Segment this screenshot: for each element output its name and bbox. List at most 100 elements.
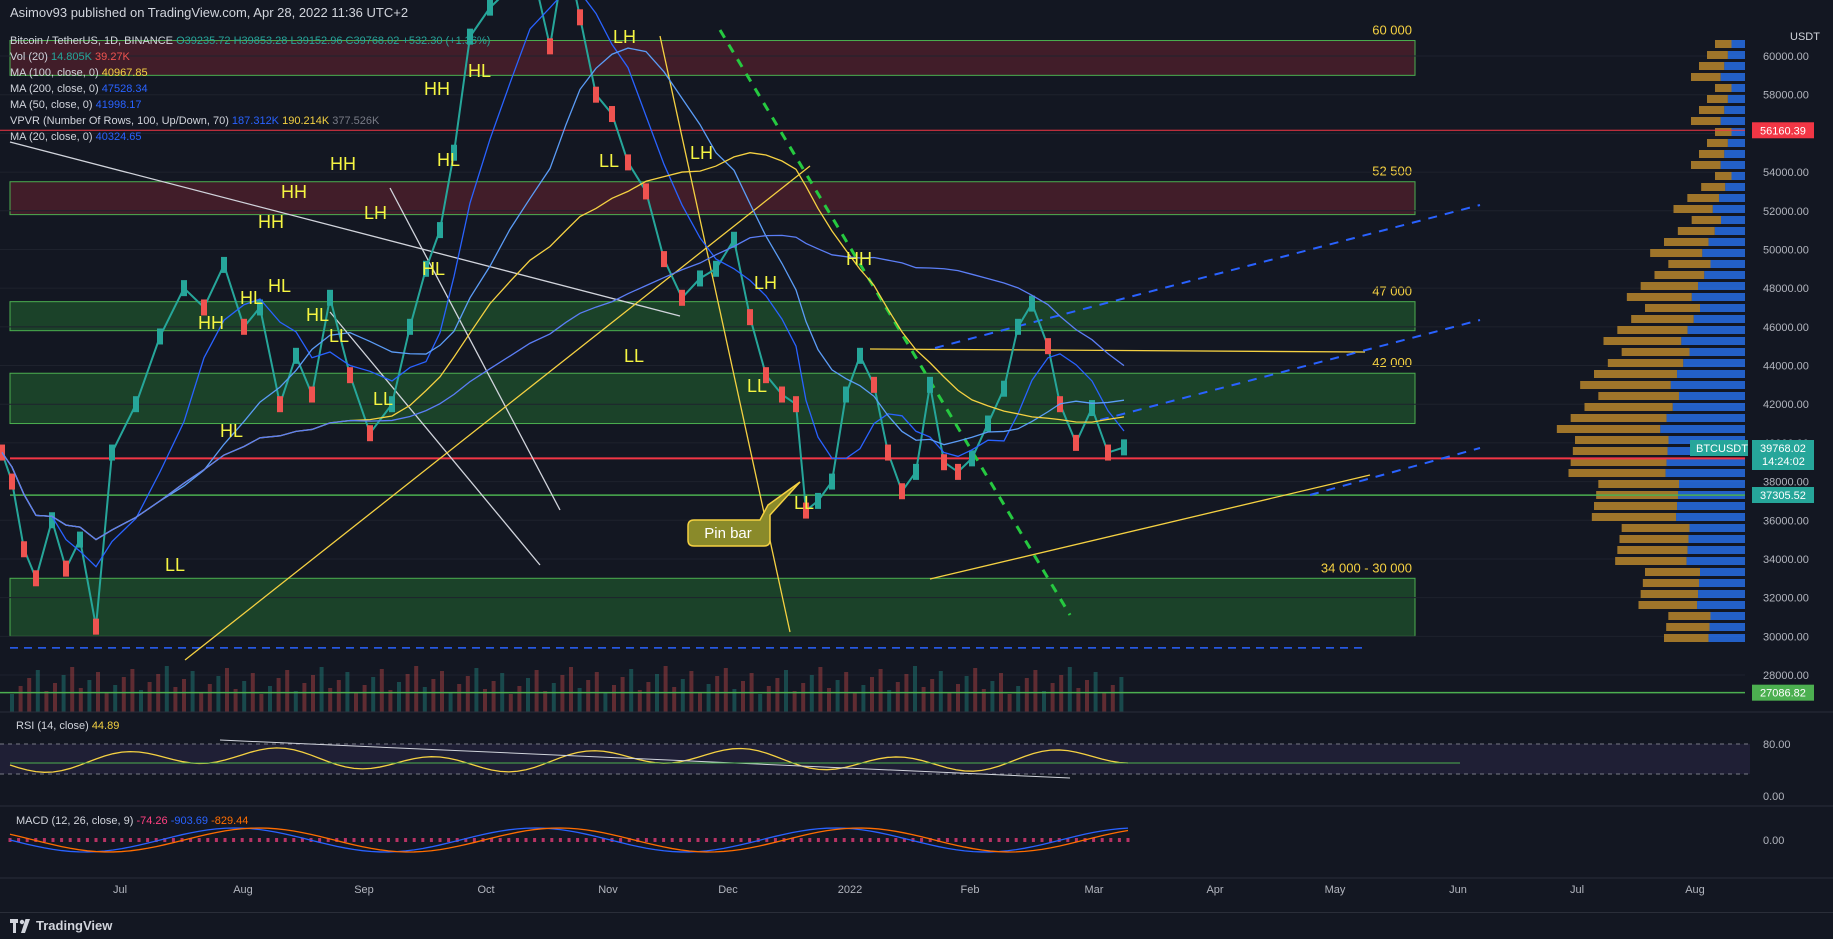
vp-bar xyxy=(1721,216,1745,224)
macd-histogram xyxy=(1040,838,1044,842)
vp-bar xyxy=(1708,238,1745,246)
vp-bar xyxy=(1672,403,1745,411)
macd-histogram xyxy=(146,838,150,842)
macd-histogram xyxy=(361,838,365,842)
vp-bar xyxy=(1572,447,1668,455)
macd-histogram xyxy=(730,838,734,842)
macd-histogram xyxy=(472,838,476,842)
volume-bar xyxy=(1110,685,1115,712)
volume-bar xyxy=(577,688,582,712)
volume-bar xyxy=(698,692,702,712)
macd-histogram xyxy=(120,838,124,842)
vp-bar xyxy=(1724,62,1745,70)
y-tick-label: 42000.00 xyxy=(1763,399,1809,411)
candle xyxy=(133,396,139,413)
vp-bar xyxy=(1691,293,1745,301)
volume-bar xyxy=(543,691,548,712)
vp-bar xyxy=(1640,282,1699,290)
candle xyxy=(309,386,315,403)
vp-bar xyxy=(1666,623,1710,631)
vp-bar xyxy=(1704,271,1745,279)
macd-histogram xyxy=(232,838,236,842)
volume-bar xyxy=(130,669,135,712)
candle xyxy=(77,531,83,548)
vp-bar xyxy=(1645,304,1700,312)
macd-legend: MACD (12, 26, close, 9) -74.26 -903.69 -… xyxy=(16,815,248,827)
vp-bar xyxy=(1698,282,1745,290)
wave-label: LH xyxy=(754,273,777,293)
zone-box xyxy=(9,181,1416,216)
volume-bar xyxy=(784,670,788,712)
macd-histogram xyxy=(1109,838,1113,842)
macd-histogram xyxy=(954,838,958,842)
rsi-pane[interactable]: 80.00 0.00 xyxy=(0,711,1833,803)
candle xyxy=(625,154,631,171)
vp-bar xyxy=(1727,95,1745,103)
vp-bar xyxy=(1687,194,1720,202)
volume-bar xyxy=(190,671,195,712)
volume-bar xyxy=(620,677,625,712)
vp-bar xyxy=(1725,183,1745,191)
volume-bar xyxy=(534,670,539,712)
macd-histogram xyxy=(550,838,554,842)
volume-bar xyxy=(371,677,376,712)
vp-bar xyxy=(1700,568,1745,576)
rsi-tick: 80.00 xyxy=(1763,739,1791,751)
vp-bar xyxy=(1598,392,1679,400)
volume-bar xyxy=(87,680,92,712)
macd-histogram xyxy=(447,838,451,842)
volume-bar xyxy=(612,685,616,712)
vp-bar xyxy=(1699,579,1745,587)
macd-histogram xyxy=(593,838,597,842)
volume-bar xyxy=(27,678,32,712)
candle xyxy=(793,396,799,413)
candle xyxy=(327,289,333,306)
candle xyxy=(63,560,69,577)
volume-bar xyxy=(964,676,969,712)
vp-bar xyxy=(1607,359,1684,367)
macd-histogram xyxy=(498,838,502,842)
volume-bar xyxy=(758,694,763,712)
macd-histogram xyxy=(1117,838,1121,842)
vp-bar xyxy=(1731,172,1745,180)
currency-label: USDT xyxy=(1790,31,1820,43)
macd-histogram xyxy=(404,838,408,842)
vp-bar xyxy=(1699,62,1725,70)
y-tick-label: 28000.00 xyxy=(1763,670,1809,682)
vp-bar xyxy=(1727,139,1745,147)
candle xyxy=(643,183,649,200)
volume-bar xyxy=(276,678,281,712)
candle xyxy=(9,473,15,490)
volume-bar xyxy=(689,671,694,712)
volume-bar xyxy=(268,686,272,712)
x-tick-label: May xyxy=(1325,884,1346,896)
volume-bar xyxy=(870,677,874,712)
vp-bar xyxy=(1650,249,1703,257)
rsi-legend: RSI (14, close) 44.89 xyxy=(16,720,119,732)
vp-bar xyxy=(1731,128,1745,136)
time-axis[interactable]: Jul Aug Sep Oct Nov Dec 2022 Feb Mar Apr May Jun Jul… xyxy=(0,877,1833,896)
vp-bar xyxy=(1594,502,1678,510)
macd-histogram xyxy=(877,838,881,842)
volume-bar xyxy=(302,683,307,712)
y-tick-label: 54000.00 xyxy=(1763,167,1809,179)
vp-bar xyxy=(1598,480,1679,488)
candle xyxy=(941,454,947,471)
macd-pane[interactable]: 0.00 xyxy=(0,805,1833,853)
macd-histogram xyxy=(68,838,72,842)
vpvr-label: VPVR (Number Of Rows, 100, Up/Down, 70) xyxy=(10,115,229,127)
candle xyxy=(577,9,583,26)
tradingview-logo-icon xyxy=(10,919,30,933)
zone-label: 34 000 - 30 000 xyxy=(1321,560,1412,575)
vp-bar xyxy=(1686,557,1745,565)
footer-brand: TradingView xyxy=(36,918,113,933)
macd-histogram xyxy=(653,838,657,842)
vp-bar xyxy=(1731,84,1745,92)
candle xyxy=(1073,434,1079,451)
volume-bars xyxy=(10,666,1124,712)
vp-bar xyxy=(1638,601,1698,609)
volume-bar xyxy=(766,686,771,712)
candle xyxy=(697,270,703,287)
macd-histogram xyxy=(171,838,175,842)
vpvr-value-1: 187.312K xyxy=(231,115,280,127)
